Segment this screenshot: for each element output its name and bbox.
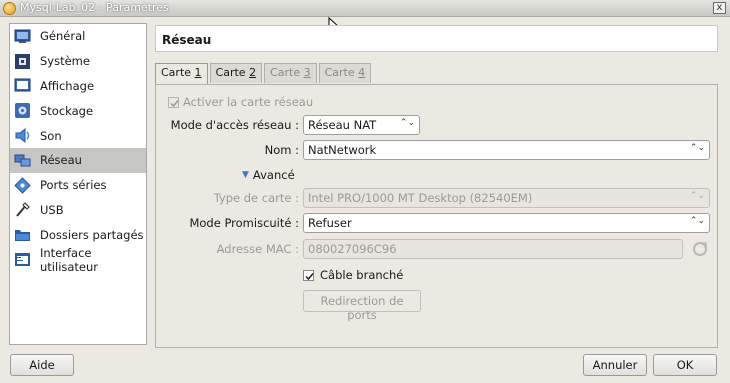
promiscuous-mode-row: Mode Promiscuité : Refuser ⌃⌄ — [156, 213, 719, 233]
adapter-type-row: Type de carte : Intel PRO/1000 MT Deskto… — [156, 188, 719, 208]
sidebar-item-label: Ports séries — [40, 178, 107, 193]
tab-label: Carte — [215, 66, 250, 79]
network-icon — [14, 154, 31, 167]
mac-address-row: Adresse MAC : 080027096C96 — [156, 239, 719, 259]
virtualbox-icon — [3, 2, 16, 15]
sidebar-item-label: USB — [40, 202, 64, 217]
attachment-mode-value: Réseau NAT — [308, 118, 377, 132]
usb-icon — [16, 202, 30, 218]
sidebar-item-label: Interface utilisateur — [40, 245, 99, 274]
tab-number: 1 — [194, 66, 202, 79]
promiscuous-mode-value: Refuser — [308, 216, 352, 230]
advanced-label: Avancé — [252, 168, 295, 182]
adapter-type-label: Type de carte : — [213, 191, 299, 205]
sidebar-item-shared-folders[interactable]: Dossiers partagés — [10, 222, 146, 247]
triangle-down-icon: ▼ — [242, 170, 249, 180]
network-name-select[interactable]: NatNetwork ⌃⌄ — [303, 140, 710, 160]
mac-address-value: 080027096C96 — [308, 242, 397, 256]
chip-icon — [15, 53, 30, 69]
sidebar-item-label: Système — [40, 54, 90, 69]
folder-icon — [15, 230, 30, 242]
attachment-mode-select[interactable]: Réseau NAT ⌃⌄ — [303, 115, 420, 135]
advanced-toggle[interactable]: ▼ Avancé — [242, 165, 295, 185]
sidebar-item-label: Son — [40, 128, 62, 143]
network-name-label: Nom : — [264, 143, 299, 157]
checkmark-icon — [305, 272, 314, 280]
sidebar-item-display[interactable]: Affichage — [10, 74, 146, 99]
sidebar-item-label: Dossiers partagés — [40, 227, 144, 242]
sidebar-item-audio[interactable]: Son — [10, 123, 146, 148]
tab-number: 3 — [303, 66, 311, 79]
network-name-row: Nom : NatNetwork ⌃⌄ — [156, 140, 719, 160]
enable-adapter-label: Activer la carte réseau — [183, 95, 314, 109]
attachment-mode-row: Mode d'accès réseau : Réseau NAT ⌃⌄ — [156, 115, 719, 135]
tab-label: Carte — [270, 66, 304, 79]
storage-icon — [15, 103, 30, 119]
adapter-panel: Activer la carte réseau Mode d'accès rés… — [155, 84, 718, 348]
ui-icon — [15, 253, 30, 267]
cable-connected-label: Câble branché — [320, 268, 404, 282]
serial-port-icon — [14, 176, 31, 194]
adapter-type-select[interactable]: Intel PRO/1000 MT Desktop (82540EM) ⌃⌄ — [303, 188, 710, 208]
tab-adapter-3[interactable]: Carte 3 — [264, 63, 317, 83]
ok-button[interactable]: OK — [653, 354, 717, 376]
tab-adapter-4[interactable]: Carte 4 — [318, 63, 372, 83]
sidebar-item-storage[interactable]: Stockage — [10, 98, 146, 123]
adapter-tabs: Carte 1 Carte 2 Carte 3 Carte 4 — [155, 63, 373, 85]
tab-number: 2 — [249, 66, 257, 79]
sidebar-item-label: Stockage — [40, 103, 94, 118]
mac-address-input[interactable]: 080027096C96 — [303, 239, 683, 259]
updown-arrows-icon: ⌃⌄ — [689, 191, 705, 201]
updown-arrows-icon: ⌃⌄ — [689, 143, 705, 153]
tab-number: 4 — [358, 66, 366, 79]
enable-adapter-checkbox[interactable] — [168, 96, 179, 108]
tab-adapter-2[interactable]: Carte 2 — [209, 63, 263, 83]
sidebar-item-label: Affichage — [40, 78, 95, 93]
promiscuous-mode-label: Mode Promiscuité : — [189, 216, 299, 230]
promiscuous-mode-select[interactable]: Refuser ⌃⌄ — [303, 213, 710, 233]
title-bar: Mysql-Lab_02 - Paramètres x — [0, 0, 730, 17]
cable-connected-checkbox[interactable] — [303, 269, 314, 281]
settings-content: Réseau Carte 1 Carte 2 Carte 3 Carte 4 A… — [155, 23, 719, 348]
network-name-value: NatNetwork — [308, 143, 377, 157]
display-icon — [14, 78, 31, 92]
close-button[interactable]: x — [713, 2, 726, 14]
sidebar-item-label: Général — [40, 29, 86, 44]
speaker-icon — [15, 128, 30, 144]
port-forwarding-button[interactable]: Redirection de ports — [303, 290, 421, 322]
refresh-icon[interactable] — [691, 240, 709, 258]
updown-arrows-icon: ⌃⌄ — [399, 118, 415, 128]
attachment-mode-label: Mode d'accès réseau : — [170, 118, 299, 132]
mac-address-label: Adresse MAC : — [216, 242, 299, 256]
tab-adapter-1[interactable]: Carte 1 — [155, 63, 208, 85]
sidebar-item-label: Réseau — [40, 153, 82, 168]
sidebar-item-system[interactable]: Système — [10, 49, 146, 74]
updown-arrows-icon: ⌃⌄ — [689, 216, 705, 226]
sidebar-item-usb[interactable]: USB — [10, 198, 146, 223]
cancel-button[interactable]: Annuler — [583, 354, 647, 376]
tab-label: Carte — [324, 66, 359, 79]
adapter-type-value: Intel PRO/1000 MT Desktop (82540EM) — [308, 191, 533, 205]
sidebar-item-user-interface[interactable]: Interface utilisateur — [10, 245, 146, 274]
window-title: Mysql-Lab_02 - Paramètres — [20, 1, 169, 14]
sidebar-item-serial-ports[interactable]: Ports séries — [10, 173, 146, 198]
enable-adapter-row: Activer la carte réseau — [168, 92, 313, 112]
sidebar-item-general[interactable]: Général — [10, 24, 146, 49]
help-button[interactable]: Aide — [10, 354, 74, 376]
page-title: Réseau — [155, 25, 718, 52]
settings-sidebar: Général Système Affichage Stockage Son R… — [9, 23, 147, 345]
cable-connected-row: Câble branché — [303, 265, 403, 285]
tab-label: Carte — [161, 66, 195, 79]
monitor-icon — [14, 29, 31, 43]
sidebar-item-network[interactable]: Réseau — [10, 147, 146, 173]
checkmark-icon — [170, 99, 179, 107]
